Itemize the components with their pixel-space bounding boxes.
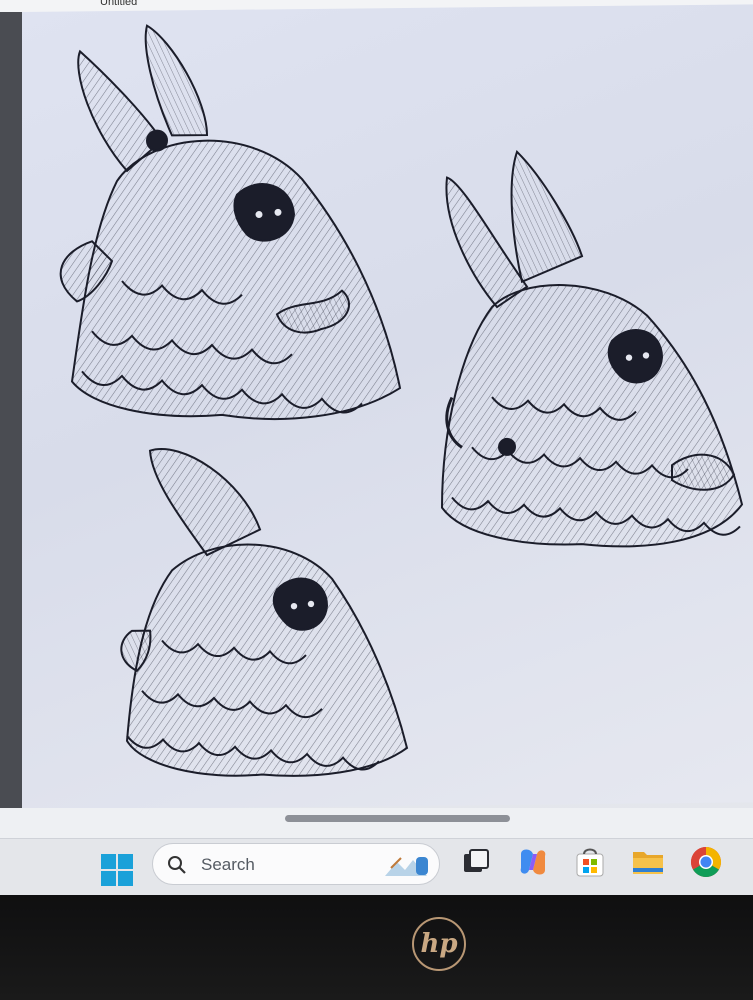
left-toolbar-strip [0,12,22,812]
search-icon [167,855,187,880]
document-title: Untitled [100,0,138,8]
windows-taskbar: Search [0,838,753,895]
windows-start-icon[interactable] [100,853,134,887]
search-highlight-icon [383,848,433,885]
horizontal-scrollbar[interactable] [285,815,510,822]
canvas-bottom-bar [0,808,753,838]
laptop-bezel [0,895,753,1000]
chrome-icon[interactable] [688,844,724,880]
store-icon[interactable] [572,844,608,880]
hp-logo: hp [412,917,466,971]
creature-sketch-bottom [120,448,409,777]
sketch-drawing [59,24,744,777]
laptop-screen: Untitled Search [0,0,753,895]
creature-sketch-top-left [59,24,402,421]
taskbar-search-box[interactable]: Search [152,843,440,885]
task-view-icon[interactable] [458,844,494,880]
creature-sketch-right [440,149,744,548]
folder-icon[interactable] [630,844,666,880]
search-placeholder: Search [201,855,255,874]
drawing-canvas[interactable] [22,4,753,811]
copilot-icon[interactable] [515,844,551,880]
